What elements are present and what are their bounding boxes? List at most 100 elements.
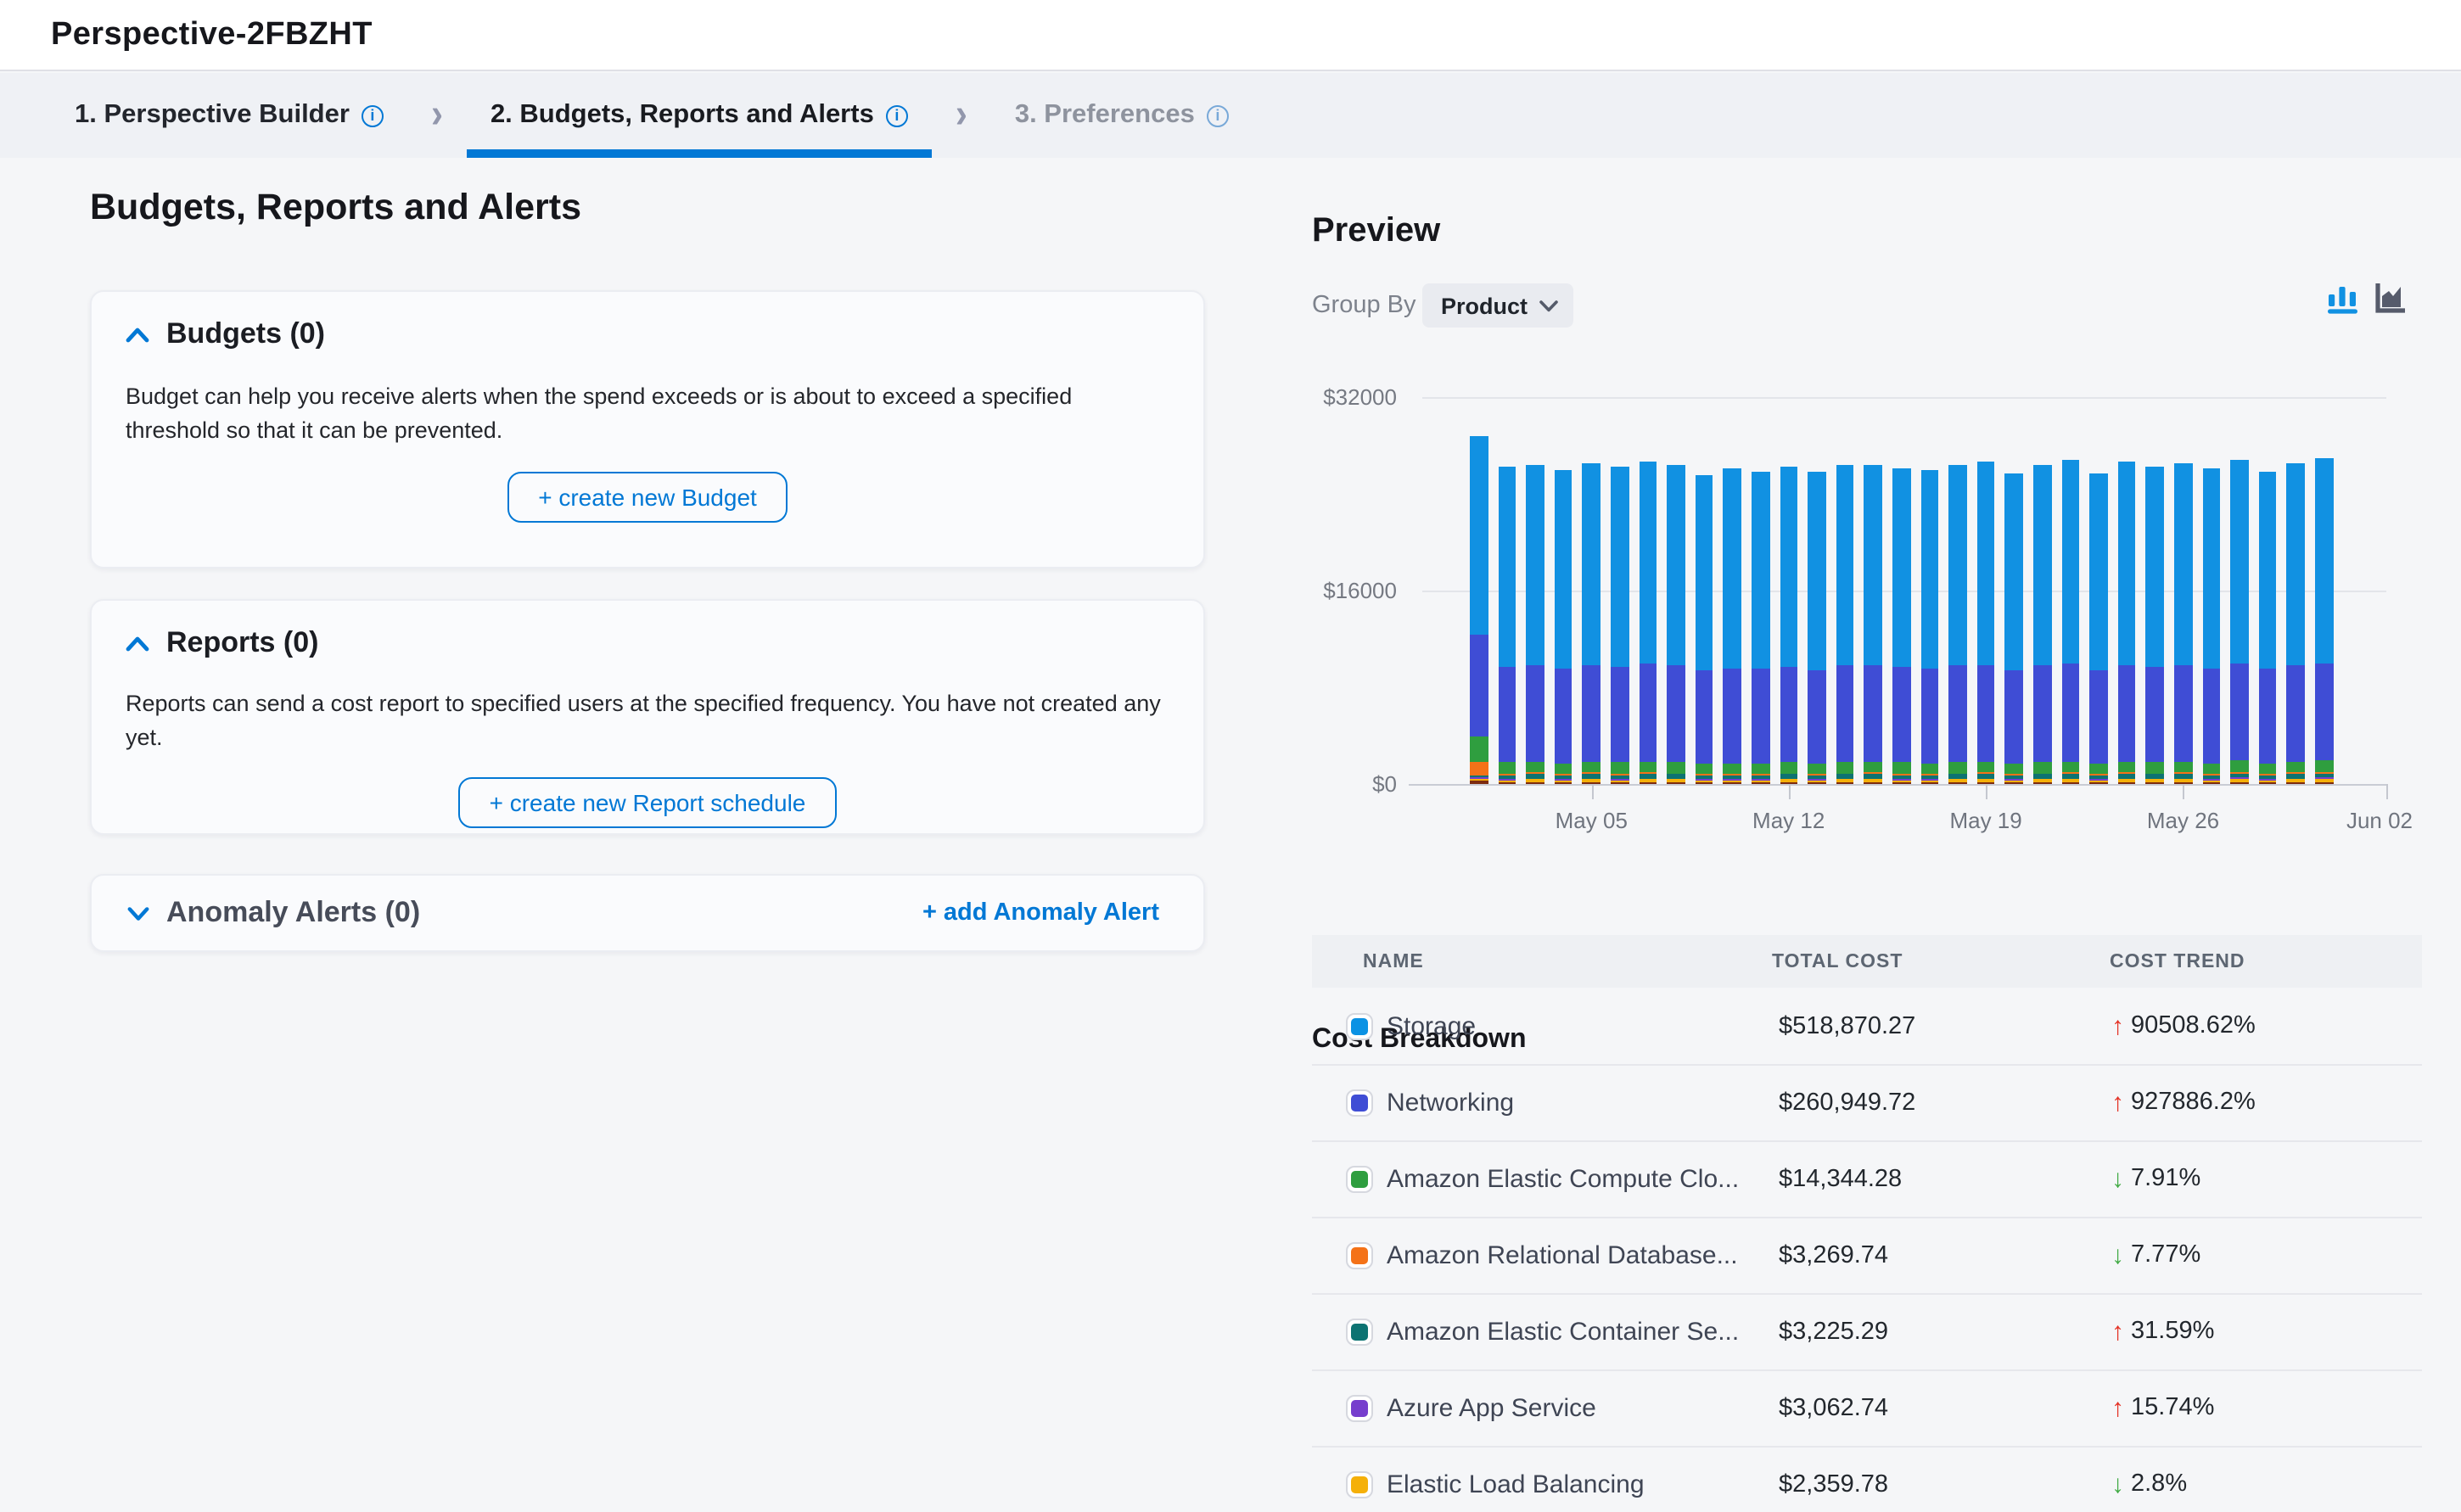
stacked-bar-may-10[interactable] <box>1724 469 1741 784</box>
x-axis-label: May 19 <box>1949 808 2021 833</box>
legend-swatch[interactable] <box>1346 1394 1373 1421</box>
row-cost-trend: ↑15.74% <box>2111 1393 2214 1422</box>
tab-budgets-reports-and-alerts[interactable]: 2. Budgets, Reports and Alerts i <box>467 73 932 158</box>
reports-card: Reports (0) Reports can send a cost repo… <box>90 599 1205 835</box>
stacked-bar-may-09[interactable] <box>1696 474 1713 784</box>
stacked-bar-may-29[interactable] <box>2259 472 2277 784</box>
tab-label: 3. Preferences <box>1015 100 1195 131</box>
legend-swatch[interactable] <box>1346 1470 1373 1498</box>
reports-description: Reports can send a cost report to specif… <box>126 687 1169 753</box>
chevron-down-icon[interactable] <box>126 901 149 925</box>
x-axis-tick <box>1986 784 1987 799</box>
stacked-bar-may-16[interactable] <box>1892 468 1910 784</box>
tab-label: 2. Budgets, Reports and Alerts <box>491 100 874 131</box>
row-cost-trend: ↑31.59% <box>2111 1317 2214 1346</box>
info-icon[interactable]: i <box>1207 104 1229 126</box>
trend-down-icon: ↓ <box>2111 1470 2124 1498</box>
stacked-bar-may-11[interactable] <box>1752 472 1769 784</box>
stacked-bar-may-26[interactable] <box>2174 463 2192 784</box>
trend-value: 927886.2% <box>2131 1089 2256 1116</box>
area-chart-icon[interactable] <box>2373 280 2408 316</box>
page-title: Perspective-2FBZHT <box>51 16 373 53</box>
create-budget-button[interactable]: + create new Budget <box>507 472 788 523</box>
series-color <box>1351 1094 1368 1111</box>
table-row-amazon-elastic-container-se[interactable]: Amazon Elastic Container Se... $3,225.29 ↑… <box>1312 1293 2422 1371</box>
stacked-bar-may-02[interactable] <box>1498 467 1516 784</box>
legend-swatch[interactable] <box>1346 1318 1373 1345</box>
group-by-value: Product <box>1441 293 1528 318</box>
stacked-bar-may-23[interactable] <box>2089 473 2107 784</box>
stacked-bar-may-31[interactable] <box>2315 458 2333 784</box>
table-row-networking[interactable]: Networking$260,949.72↑927886.2% <box>1312 1064 2422 1142</box>
legend-swatch[interactable] <box>1346 1241 1373 1268</box>
stacked-bar-may-24[interactable] <box>2118 462 2136 784</box>
stacked-bar-may-13[interactable] <box>1808 473 1825 784</box>
x-axis-label: May 26 <box>2147 808 2219 833</box>
tab-preferences[interactable]: 3. Preferences i <box>991 73 1253 158</box>
stacked-bar-may-21[interactable] <box>2033 465 2051 784</box>
stacked-bar-may-19[interactable] <box>1977 462 1995 784</box>
legend-swatch[interactable] <box>1346 1165 1373 1192</box>
x-axis-label: Jun 02 <box>2346 808 2413 833</box>
stacked-bar-may-05[interactable] <box>1583 463 1600 784</box>
stacked-bar-may-18[interactable] <box>1948 465 1966 784</box>
create-report-button[interactable]: + create new Report schedule <box>459 777 837 828</box>
stacked-bar-may-14[interactable] <box>1836 465 1854 784</box>
tab-label: 1. Perspective Builder <box>75 100 350 131</box>
group-by-label: Group By <box>1312 292 1416 319</box>
info-icon[interactable]: i <box>886 104 908 126</box>
series-color <box>1351 1246 1368 1263</box>
x-axis-tick <box>2184 784 2185 799</box>
stacked-bar-may-28[interactable] <box>2230 461 2248 784</box>
stacked-bar-may-12[interactable] <box>1780 467 1797 784</box>
add-anomaly-alert-link[interactable]: + add Anomaly Alert <box>922 899 1159 927</box>
info-icon[interactable]: i <box>362 104 384 126</box>
trend-value: 15.74% <box>2131 1394 2214 1421</box>
perspective-page: Perspective-2FBZHT 1. Perspective Builde… <box>0 0 2461 1512</box>
stacked-bar-may-03[interactable] <box>1526 464 1544 784</box>
row-cost-trend: ↑927886.2% <box>2111 1088 2256 1117</box>
bar-chart-icon[interactable] <box>2325 280 2361 316</box>
row-name: Amazon Elastic Compute Clo... <box>1387 1164 1739 1193</box>
tab-perspective-builder[interactable]: 1. Perspective Builder i <box>51 73 407 158</box>
chevron-right-icon: › <box>431 92 443 138</box>
series-color <box>1351 1399 1368 1416</box>
table-row-elastic-load-balancing[interactable]: Elastic Load Balancing $2,359.78 ↓2.8% <box>1312 1446 2422 1512</box>
legend-swatch[interactable] <box>1346 1012 1373 1039</box>
stacked-bar-may-27[interactable] <box>2202 468 2220 784</box>
table-row-storage[interactable]: Storage$518,870.27↑90508.62% <box>1312 988 2422 1066</box>
row-total-cost: $3,062.74 <box>1779 1394 1888 1421</box>
stacked-bar-may-01[interactable] <box>1470 436 1488 784</box>
row-name: Azure App Service <box>1387 1393 1596 1422</box>
budgets-title: Budgets (0) <box>166 317 325 351</box>
legend-swatch[interactable] <box>1346 1089 1373 1116</box>
stacked-bar-may-25[interactable] <box>2146 466 2164 784</box>
table-row-azure-app-service[interactable]: Azure App Service $3,062.74 ↑15.74% <box>1312 1369 2422 1448</box>
stacked-bar-may-04[interactable] <box>1555 469 1572 784</box>
anomaly-alerts-card: Anomaly Alerts (0) + add Anomaly Alert <box>90 874 1205 952</box>
stacked-bar-may-17[interactable] <box>1920 471 1938 784</box>
trend-up-icon: ↑ <box>2111 1317 2124 1346</box>
top-bar: Perspective-2FBZHT <box>0 0 2461 71</box>
trend-value: 7.91% <box>2131 1165 2200 1192</box>
trend-value: 2.8% <box>2131 1470 2187 1498</box>
series-color <box>1351 1323 1368 1340</box>
anomaly-alerts-title: Anomaly Alerts (0) <box>166 896 420 930</box>
stacked-bar-may-07[interactable] <box>1639 462 1657 784</box>
chevron-up-icon[interactable] <box>126 322 149 346</box>
row-total-cost: $260,949.72 <box>1779 1089 1915 1116</box>
table-row-amazon-relational-database[interactable]: Amazon Relational Database...$3,269.74↓7… <box>1312 1217 2422 1295</box>
stacked-bar-may-20[interactable] <box>2005 473 2023 784</box>
stacked-bar-may-15[interactable] <box>1864 465 1882 784</box>
stacked-bar-may-30[interactable] <box>2287 463 2305 784</box>
row-total-cost: $3,225.29 <box>1779 1318 1888 1345</box>
row-name: Elastic Load Balancing <box>1387 1470 1645 1498</box>
table-row-amazon-elastic-compute-clo[interactable]: Amazon Elastic Compute Clo...$14,344.28↓… <box>1312 1140 2422 1218</box>
stacked-bar-may-22[interactable] <box>2061 461 2079 784</box>
group-by-dropdown[interactable]: Product <box>1422 283 1573 328</box>
stacked-bar-may-08[interactable] <box>1667 465 1685 784</box>
row-total-cost: $2,359.78 <box>1779 1470 1888 1498</box>
stacked-bar-may-06[interactable] <box>1611 467 1629 784</box>
row-name: Amazon Elastic Container Se... <box>1387 1317 1739 1346</box>
chevron-up-icon[interactable] <box>126 631 149 655</box>
